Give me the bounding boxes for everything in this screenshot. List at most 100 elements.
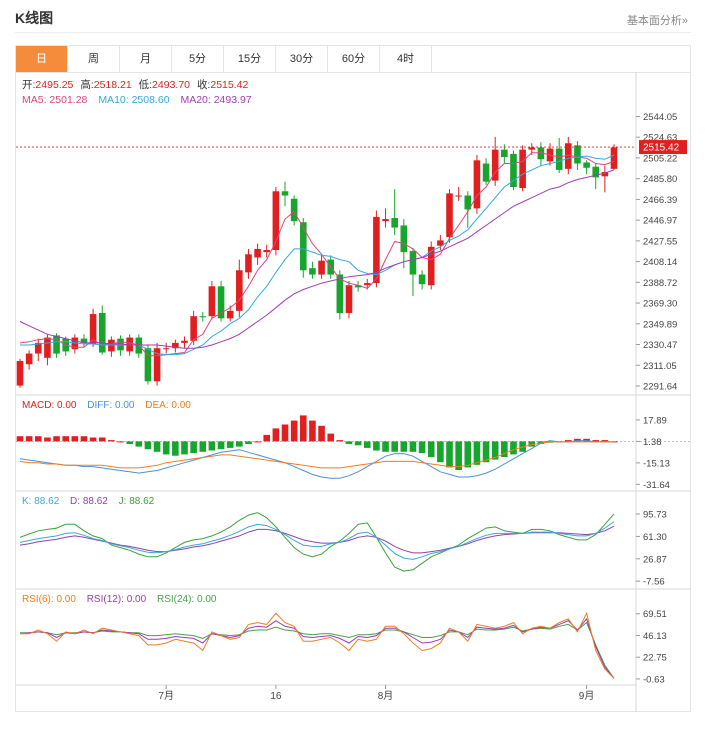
candle-up — [519, 149, 526, 189]
price-tick-label: 2427.55 — [643, 236, 677, 247]
candle-down — [309, 268, 316, 275]
macd-bar — [181, 441, 188, 455]
macd-bar — [16, 436, 24, 442]
price-tick-label: 2369.30 — [643, 299, 677, 310]
fundamental-analysis-link[interactable]: 基本面分析» — [627, 12, 688, 28]
price-pane: 2544.052524.632505.222485.802466.392446.… — [16, 112, 677, 392]
ohlc-info: 开:2495.25 高:2518.21 低:2493.70 收:2515.42 — [22, 78, 248, 91]
candle-up — [610, 147, 618, 169]
candle-down — [400, 225, 408, 253]
candle-down — [555, 148, 563, 170]
candle-down — [583, 162, 590, 168]
candle-up — [208, 286, 216, 317]
macd-bar — [446, 441, 453, 468]
macd-bar — [437, 441, 444, 463]
page-title: K线图 — [15, 10, 54, 26]
macd-bar — [190, 441, 197, 454]
macd-tick-label: -15.13 — [643, 458, 670, 469]
macd-bar — [281, 424, 289, 442]
price-tick-label: 2466.39 — [643, 195, 677, 206]
macd-bar — [108, 440, 115, 442]
macd-bar — [236, 441, 243, 447]
macd-bar — [345, 441, 353, 445]
price-tick-label: 2408.14 — [643, 257, 677, 268]
price-tick-label: 2544.05 — [643, 112, 677, 123]
tab-day[interactable]: 日 — [16, 46, 68, 72]
macd-bar — [245, 441, 252, 445]
candle-up — [473, 160, 481, 209]
macd-bar — [473, 441, 481, 465]
tab-month[interactable]: 月 — [120, 46, 172, 72]
candle-up — [44, 337, 51, 358]
candle-up — [363, 283, 371, 286]
candle-down — [409, 251, 417, 275]
macd-bar — [80, 436, 88, 442]
candle-down — [290, 198, 298, 222]
macd-bar — [62, 436, 69, 442]
macd-bar — [382, 441, 389, 452]
macd-bar — [254, 441, 261, 443]
macd-bar — [290, 420, 298, 442]
price-tick-label: 2311.05 — [643, 361, 677, 372]
kdj-pane: 95.73 61.30 26.87 -7.56 — [19, 510, 667, 588]
macd-bar — [354, 441, 362, 446]
rsi-info: RSI(6): 0.00 RSI(12): 0.00 RSI(24): 0.00 — [22, 594, 217, 605]
macd-bar — [208, 441, 216, 451]
macd-bar — [464, 441, 472, 468]
macd-bar — [71, 436, 79, 442]
d-line — [19, 525, 615, 554]
candle-down — [482, 163, 490, 182]
rsi-tick-label: -0.63 — [643, 674, 665, 685]
candle-down — [281, 191, 289, 196]
candle-up — [345, 285, 353, 313]
x-tick-label: 9月 — [579, 690, 595, 702]
macd-info: MACD: 0.00 DIFF: 0.00 DEA: 0.00 — [22, 400, 191, 411]
rsi-tick-label: 69.51 — [643, 609, 667, 620]
x-tick-label: 8月 — [378, 690, 394, 702]
tab-week[interactable]: 周 — [68, 46, 120, 72]
macd-bar — [199, 441, 207, 452]
candle-down — [418, 274, 426, 285]
price-tick-label: 2388.72 — [643, 278, 677, 289]
candle-down — [574, 145, 581, 164]
tab-30min[interactable]: 30分 — [276, 46, 328, 72]
macd-bar — [44, 437, 51, 442]
rsi-tick-label: 22.75 — [643, 653, 667, 664]
candle-down — [98, 312, 106, 353]
price-tick-label: 2505.22 — [643, 153, 677, 164]
macd-bar — [162, 441, 170, 455]
candle-up — [226, 310, 234, 319]
tab-4hour[interactable]: 4时 — [380, 46, 432, 72]
macd-bar — [25, 436, 33, 442]
kdj-tick-label: 61.30 — [643, 532, 667, 543]
candle-up — [190, 316, 197, 341]
candle-up — [318, 260, 325, 275]
price-tick-label: 2485.80 — [643, 174, 677, 185]
macd-bar — [373, 441, 380, 451]
rsi-pane: 69.51 46.13 22.75 -0.63 — [19, 609, 667, 685]
candle-down — [199, 316, 207, 318]
kdj-tick-label: -7.56 — [643, 577, 665, 588]
kline-chart[interactable]: 开:2495.25 高:2518.21 低:2493.70 收:2515.42 … — [16, 72, 691, 712]
kline-panel: 日 周 月 5分 15分 30分 60分 4时 开:2495.25 高:2518… — [15, 45, 691, 712]
candle-up — [382, 219, 389, 222]
candle-up — [446, 193, 453, 238]
macd-bar — [34, 436, 42, 442]
candle-down — [53, 335, 60, 354]
tab-15min[interactable]: 15分 — [224, 46, 276, 72]
tab-60min[interactable]: 60分 — [328, 46, 380, 72]
macd-bar — [400, 441, 408, 452]
macd-bar — [263, 434, 271, 442]
tab-5min[interactable]: 5分 — [172, 46, 224, 72]
rsi-tick-label: 46.13 — [643, 631, 667, 642]
candle-up — [455, 195, 462, 197]
period-tabs: 日 周 月 5分 15分 30分 60分 4时 — [16, 46, 691, 73]
rsi6-line — [20, 611, 615, 679]
macd-bar — [89, 437, 97, 442]
price-tick-label: 2349.89 — [643, 319, 677, 330]
macd-tick-label: 1.38 — [643, 437, 662, 448]
price-tick-label: 2291.64 — [643, 381, 677, 392]
macd-bar — [601, 440, 609, 442]
macd-bar — [98, 437, 106, 442]
macd-bar — [226, 441, 234, 448]
